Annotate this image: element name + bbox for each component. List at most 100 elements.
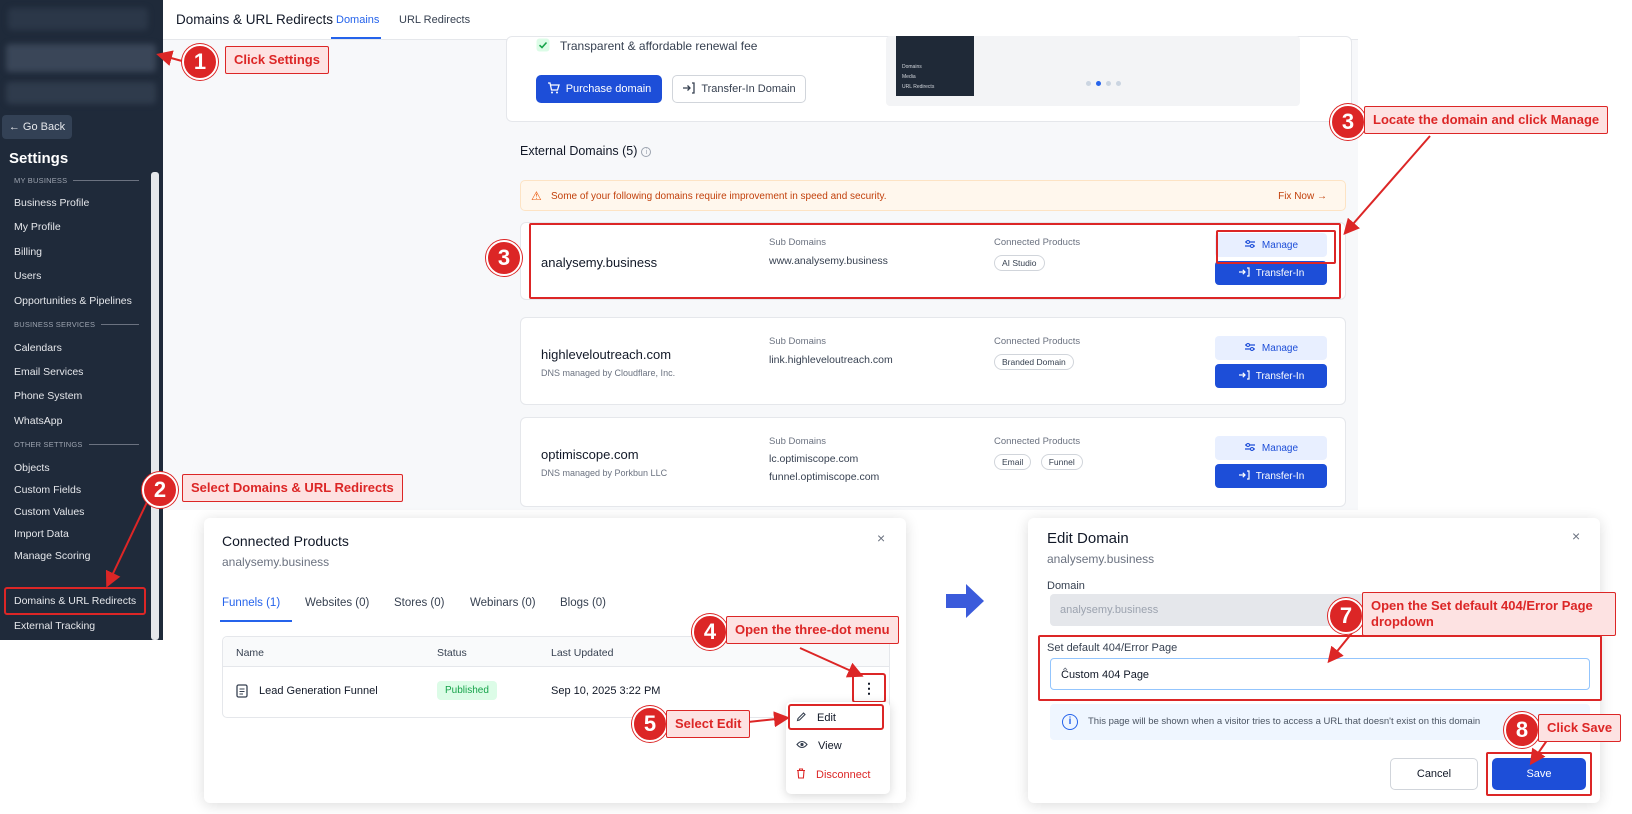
transfer-icon — [1238, 369, 1250, 383]
menu-item-disconnect[interactable]: Disconnect — [796, 768, 870, 782]
sidebar-item-external-tracking[interactable]: External Tracking — [14, 620, 95, 632]
transfer-in-button[interactable]: Transfer-In — [1215, 364, 1327, 388]
arrow-right-icon — [946, 582, 986, 625]
product-pill[interactable]: Email — [994, 454, 1032, 470]
sidebar-title: Settings — [9, 150, 69, 167]
tab-websites[interactable]: Websites (0) — [305, 597, 369, 609]
carousel-dot-active[interactable] — [1096, 81, 1101, 86]
trash-icon — [796, 768, 806, 782]
sidebar-item-manage-scoring[interactable]: Manage Scoring — [14, 550, 90, 562]
manage-button[interactable]: Manage — [1215, 436, 1327, 460]
callout-8: Click Save — [1538, 714, 1622, 742]
status-badge: Published — [437, 681, 497, 700]
dns-provider: DNS managed by Porkbun LLC — [541, 468, 668, 478]
step-badge-3b: 3 — [486, 240, 522, 276]
callout-5: Select Edit — [666, 710, 751, 738]
eye-icon — [796, 740, 808, 752]
sidebar-item-calendars[interactable]: Calendars — [14, 342, 62, 354]
thumb-item-url-redirects: URL Redirects — [902, 84, 935, 90]
sidebar-item-objects[interactable]: Objects — [14, 462, 50, 474]
settings-sidebar: ← Go Back Settings MY BUSINESS Business … — [0, 0, 163, 640]
sliders-icon — [1244, 442, 1256, 455]
info-notice-text: This page will be shown when a visitor t… — [1088, 716, 1481, 727]
tab-webinars[interactable]: Webinars (0) — [470, 597, 536, 609]
transfer-label: Transfer-In — [1255, 370, 1305, 382]
tab-domains[interactable]: Domains — [336, 14, 379, 26]
product-pill[interactable]: Branded Domain — [994, 354, 1074, 370]
sidebar-item-import-data[interactable]: Import Data — [14, 528, 69, 540]
sidebar-item-email-services[interactable]: Email Services — [14, 366, 83, 378]
transfer-in-button[interactable]: Transfer-In — [1215, 464, 1327, 488]
blurred-nav-item[interactable] — [6, 82, 156, 104]
highlight-save-button — [1486, 752, 1592, 796]
modal-title: Connected Products — [222, 533, 349, 549]
tab-url-redirects[interactable]: URL Redirects — [399, 14, 470, 26]
domain-name: optimiscope.com — [541, 447, 639, 462]
modal-subtitle: analysemy.business — [222, 555, 330, 569]
transfer-icon — [1238, 469, 1250, 483]
renewal-feature-text: Transparent & affordable renewal fee — [560, 39, 758, 53]
product-pill[interactable]: Funnel — [1040, 454, 1083, 470]
three-dot-icon: ⋮ — [862, 679, 876, 696]
highlight-edit-item — [788, 704, 884, 730]
page-header: Domains & URL Redirects Domains URL Redi… — [163, 0, 1358, 40]
domain-field-value: analysemy.business — [1060, 604, 1159, 616]
funnel-name[interactable]: Lead Generation Funnel — [259, 685, 378, 697]
carousel-dot[interactable] — [1116, 81, 1121, 86]
sidebar-scrollbar[interactable] — [151, 172, 159, 640]
section-header-other-settings: OTHER SETTINGS — [14, 440, 139, 449]
domain-card-optimiscope: optimiscope.com DNS managed by Porkbun L… — [520, 417, 1346, 507]
purchase-domain-button[interactable]: Purchase domain — [536, 75, 662, 103]
sliders-icon — [1244, 342, 1256, 355]
domain-name: highleveloutreach.com — [541, 347, 672, 362]
cancel-button[interactable]: Cancel — [1390, 758, 1478, 790]
fix-now-link[interactable]: Fix Now → — [1278, 191, 1327, 202]
feature-carousel: Domains Media URL Redirects — [886, 36, 1300, 106]
manage-label: Manage — [1261, 442, 1299, 454]
three-dot-menu-button[interactable]: ⋮ — [852, 673, 886, 703]
sidebar-item-users[interactable]: Users — [14, 270, 41, 282]
highlight-manage-button — [1216, 230, 1336, 264]
carousel-dot[interactable] — [1086, 81, 1091, 86]
sidebar-item-business-profile[interactable]: Business Profile — [14, 197, 89, 209]
menu-item-view[interactable]: View — [796, 740, 842, 752]
carousel-thumbnail: Domains Media URL Redirects — [896, 36, 974, 96]
step-badge-1: 1 — [182, 44, 218, 80]
close-icon[interactable]: × — [1572, 528, 1580, 544]
sidebar-item-opportunities[interactable]: Opportunities & Pipelines — [14, 295, 132, 307]
transfer-in-domain-label: Transfer-In Domain — [701, 83, 796, 95]
sub-domain-value: lc.optimiscope.com — [769, 453, 859, 465]
carousel-dot[interactable] — [1106, 81, 1111, 86]
column-header-name: Name — [236, 647, 265, 659]
sidebar-item-my-profile[interactable]: My Profile — [14, 221, 61, 233]
sidebar-item-whatsapp[interactable]: WhatsApp — [14, 415, 62, 427]
dns-provider: DNS managed by Cloudflare, Inc. — [541, 368, 676, 378]
product-pills: Email Funnel — [994, 452, 1088, 470]
close-icon[interactable]: × — [877, 530, 885, 546]
step-badge-3: 3 — [1330, 104, 1366, 140]
tab-active-underline — [331, 37, 381, 39]
document-icon — [236, 684, 248, 703]
sidebar-item-billing[interactable]: Billing — [14, 246, 42, 258]
product-pills: Branded Domain — [994, 352, 1079, 370]
step-badge-8: 8 — [1504, 712, 1540, 748]
sidebar-item-custom-values[interactable]: Custom Values — [14, 506, 84, 518]
info-icon[interactable]: i — [641, 146, 652, 157]
sidebar-item-phone-system[interactable]: Phone System — [14, 390, 82, 402]
step-badge-2: 2 — [142, 472, 178, 508]
menu-item-view-label: View — [818, 740, 842, 752]
transfer-in-domain-button[interactable]: Transfer-In Domain — [672, 75, 806, 103]
menu-item-disconnect-label: Disconnect — [816, 769, 871, 781]
thumb-item-domains: Domains — [902, 64, 922, 70]
section-header-my-business: MY BUSINESS — [14, 176, 139, 185]
sidebar-item-custom-fields[interactable]: Custom Fields — [14, 484, 81, 496]
tab-stores[interactable]: Stores (0) — [394, 597, 445, 609]
warning-banner: ⚠ Some of your following domains require… — [520, 180, 1346, 211]
tab-blogs[interactable]: Blogs (0) — [560, 597, 606, 609]
blurred-account-switcher[interactable] — [6, 44, 156, 72]
tab-funnels[interactable]: Funnels (1) — [222, 597, 280, 609]
go-back-button[interactable]: ← Go Back — [2, 115, 72, 139]
manage-button[interactable]: Manage — [1215, 336, 1327, 360]
sub-domain-value: link.highleveloutreach.com — [769, 354, 893, 366]
highlight-domains-item — [4, 587, 146, 615]
